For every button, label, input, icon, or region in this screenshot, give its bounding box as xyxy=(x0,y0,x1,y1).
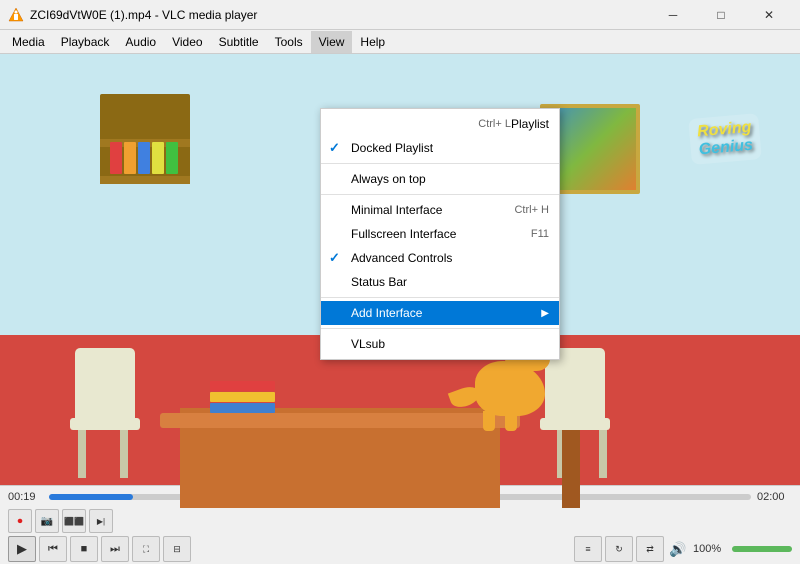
menu-item-minimal-interface[interactable]: Minimal Interface Ctrl+ H xyxy=(321,198,559,222)
playlist-shortcut: Ctrl+ L xyxy=(458,118,511,130)
close-button[interactable]: ✕ xyxy=(746,0,792,30)
menu-item-playlist[interactable]: Ctrl+ L Playlist xyxy=(321,112,559,136)
volume-track[interactable] xyxy=(732,546,792,552)
menu-item-advanced-controls[interactable]: ✓ Advanced Controls xyxy=(321,246,559,270)
menu-subtitle[interactable]: Subtitle xyxy=(211,31,267,53)
volume-icon-button[interactable]: 🔊 xyxy=(667,538,689,560)
menu-section-interface: Minimal Interface Ctrl+ H Fullscreen Int… xyxy=(321,195,559,298)
fullscreen-shortcut: F11 xyxy=(511,228,549,240)
fullscreen-button[interactable]: ⛶ xyxy=(132,536,160,562)
loop-ab-button[interactable]: ⬛⬛ xyxy=(62,509,86,533)
shelf-board-bottom xyxy=(100,176,190,184)
volume-label: 100% xyxy=(693,543,728,555)
book2 xyxy=(124,142,136,174)
chair-left-leg2 xyxy=(120,428,128,478)
random-button[interactable]: ⇄ xyxy=(636,536,664,562)
current-time: 00:19 xyxy=(8,491,43,503)
menu-video[interactable]: Video xyxy=(164,31,210,53)
advanced-controls-check: ✓ xyxy=(329,250,340,266)
docked-playlist-check: ✓ xyxy=(329,140,340,156)
menu-item-always-on-top[interactable]: Always on top xyxy=(321,167,559,191)
book1 xyxy=(110,142,122,174)
transport-right: ≡ ↻ ⇄ 🔊 100% xyxy=(574,536,792,562)
menu-help[interactable]: Help xyxy=(352,31,393,53)
play-button[interactable]: ▶ xyxy=(8,536,36,562)
book4 xyxy=(152,142,164,174)
book-stack-3 xyxy=(210,403,275,413)
menu-media[interactable]: Media xyxy=(4,31,53,53)
add-interface-arrow: ▶ xyxy=(541,308,549,319)
menu-audio[interactable]: Audio xyxy=(117,31,164,53)
minimal-shortcut: Ctrl+ H xyxy=(494,204,549,216)
cartoon-bookshelf xyxy=(100,94,190,184)
menu-section-playlist: Ctrl+ L Playlist ✓ Docked Playlist xyxy=(321,109,559,164)
menu-bar: Media Playback Audio Video Subtitle Tool… xyxy=(0,30,800,54)
minimize-button[interactable]: ─ xyxy=(650,0,696,30)
books-on-desk xyxy=(210,381,275,413)
chair-left-leg1 xyxy=(78,428,86,478)
book-stack-2 xyxy=(210,392,275,402)
chair-left-seat xyxy=(70,418,140,430)
window-controls: ─ □ ✕ xyxy=(650,0,792,30)
menu-item-docked-playlist[interactable]: ✓ Docked Playlist xyxy=(321,136,559,160)
menu-item-add-interface[interactable]: Add Interface ▶ xyxy=(321,301,559,325)
menu-tools[interactable]: Tools xyxy=(267,31,311,53)
window-title: ZCI69dVtW0E (1).mp4 - VLC media player xyxy=(30,8,650,22)
prev-button[interactable]: ⏮ xyxy=(39,536,67,562)
book5 xyxy=(166,142,178,174)
desk-leg-right xyxy=(562,428,580,508)
menu-item-status-bar[interactable]: Status Bar xyxy=(321,270,559,294)
snapshot-button[interactable]: 📷 xyxy=(35,509,59,533)
book-stack-1 xyxy=(210,381,275,391)
frame-advance-button[interactable]: ▶| xyxy=(89,509,113,533)
playlist-button[interactable]: ≡ xyxy=(574,536,602,562)
stop-button[interactable]: ■ xyxy=(70,536,98,562)
menu-section-vlsub: VLsub xyxy=(321,329,559,359)
record-button[interactable]: ⏺ xyxy=(8,509,32,533)
transport-left: ▶ ⏮ ■ ⏭ ⛶ ⊟ xyxy=(8,536,191,562)
volume-fill xyxy=(732,546,792,552)
chair-left-back xyxy=(75,348,135,418)
logo-area: Roving Genius xyxy=(660,104,790,174)
app-icon xyxy=(8,7,24,23)
maximize-button[interactable]: □ xyxy=(698,0,744,30)
menu-playback[interactable]: Playback xyxy=(53,31,118,53)
menu-item-fullscreen-interface[interactable]: Fullscreen Interface F11 xyxy=(321,222,559,246)
book3 xyxy=(138,142,150,174)
chair-right-seat xyxy=(540,418,610,430)
logo-line2: Genius xyxy=(698,137,754,160)
title-bar: ZCI69dVtW0E (1).mp4 - VLC media player ─… xyxy=(0,0,800,30)
video-area: Roving Genius Ctr xyxy=(0,54,800,508)
desk-top xyxy=(160,413,520,428)
advanced-controls-row: ⏺ 📷 ⬛⬛ ▶| xyxy=(0,508,800,534)
dino-body xyxy=(475,361,545,416)
chair-right-leg1 xyxy=(599,428,607,478)
extended-settings-button[interactable]: ⊟ xyxy=(163,536,191,562)
loop-button[interactable]: ↻ xyxy=(605,536,633,562)
view-dropdown-menu: Ctrl+ L Playlist ✓ Docked Playlist Alway… xyxy=(320,108,560,360)
transport-controls-row: ▶ ⏮ ■ ⏭ ⛶ ⊟ ≡ ↻ ⇄ 🔊 100% xyxy=(0,534,800,564)
menu-view[interactable]: View xyxy=(311,31,353,53)
total-time: 02:00 xyxy=(757,491,792,503)
dino-leg1 xyxy=(483,411,495,431)
dino-leg2 xyxy=(505,411,517,431)
menu-section-add-interface: Add Interface ▶ xyxy=(321,298,559,329)
dinosaur xyxy=(475,361,545,416)
next-button[interactable]: ⏭ xyxy=(101,536,129,562)
progress-fill xyxy=(49,494,133,500)
volume-area: 🔊 100% xyxy=(667,538,792,560)
menu-item-vlsub[interactable]: VLsub xyxy=(321,332,559,356)
menu-section-always-on-top: Always on top xyxy=(321,164,559,195)
